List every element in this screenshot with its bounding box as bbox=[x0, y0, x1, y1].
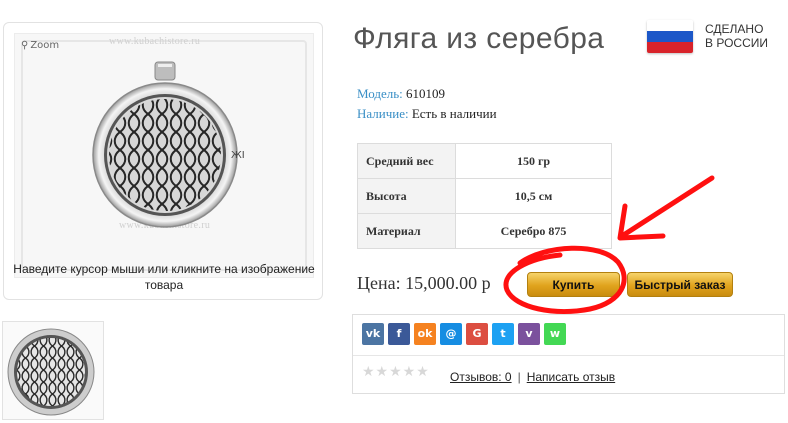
stock-value: Есть в наличии bbox=[411, 106, 497, 121]
share-buttons: vk f ok @ Gt v w bbox=[362, 323, 566, 345]
model-value: 610109 bbox=[406, 86, 446, 101]
spec-value: 10,5 см bbox=[455, 178, 612, 214]
googleplus-icon[interactable]: G bbox=[466, 323, 488, 345]
flask-image: ЖI bbox=[92, 61, 245, 228]
watermark: www.kubachistore.ru bbox=[109, 36, 201, 47]
product-image-panel[interactable]: ⚲Zoom www.kubachistore.ru www.kubachisto… bbox=[3, 22, 323, 300]
quick-order-button[interactable]: Быстрый заказ bbox=[627, 272, 733, 297]
flag-stripe-red bbox=[647, 42, 693, 53]
price: Цена: 15,000.00 р bbox=[357, 273, 491, 293]
model-line: Модель: 610109 bbox=[357, 86, 445, 102]
rating-stars[interactable]: ★★★★★ bbox=[362, 364, 430, 380]
flag-stripe-blue bbox=[647, 31, 693, 42]
table-row: Материал Серебро 875 bbox=[357, 213, 612, 249]
zoom-label[interactable]: ⚲ Zoom bbox=[21, 40, 59, 51]
whatsapp-icon[interactable]: w bbox=[544, 323, 566, 345]
twitter-icon[interactable]: t bbox=[492, 323, 514, 345]
stock-label: Наличие: bbox=[357, 106, 409, 121]
reviews-count-link[interactable]: Отзывов: 0 bbox=[450, 370, 512, 384]
write-review-link[interactable]: Написать отзыв bbox=[527, 370, 615, 384]
spec-label: Средний вес bbox=[357, 143, 456, 179]
table-row: Высота 10,5 см bbox=[357, 178, 612, 214]
spec-label: Материал bbox=[357, 213, 456, 249]
share-reviews-box: vk f ok @ Gt v w ★★★★★ Отзывов: 0 | Написать отз… bbox=[352, 314, 785, 394]
moimir-icon[interactable]: @ bbox=[440, 323, 462, 345]
made-in-russia-badge: СДЕЛАНО В РОССИИ bbox=[647, 20, 787, 56]
flag-stripe-white bbox=[647, 20, 693, 31]
stock-line: Наличие: Есть в наличии bbox=[357, 106, 497, 122]
viber-icon[interactable]: v bbox=[518, 323, 540, 345]
buy-button[interactable]: Купить bbox=[527, 272, 620, 297]
table-row: Средний вес 150 гр bbox=[357, 143, 612, 179]
image-hint: Наведите курсор мыши или кликните на изо… bbox=[13, 262, 315, 292]
russia-flag-icon bbox=[647, 20, 693, 53]
odnoklassniki-icon[interactable]: ok bbox=[414, 323, 436, 345]
spec-label: Высота bbox=[357, 178, 456, 214]
facebook-icon[interactable]: f bbox=[388, 323, 410, 345]
product-image[interactable]: ⚲Zoom www.kubachistore.ru www.kubachisto… bbox=[14, 33, 314, 278]
flask-thumbnail-image bbox=[7, 328, 95, 416]
separator: | bbox=[517, 370, 521, 384]
spec-value: 150 гр bbox=[455, 143, 612, 179]
model-label: Модель: bbox=[357, 86, 403, 101]
spec-value: Серебро 875 bbox=[455, 213, 612, 249]
svg-text:ЖI: ЖI bbox=[231, 150, 245, 161]
magnifier-icon: ⚲ bbox=[21, 40, 29, 51]
made-in-line2: В РОССИИ bbox=[705, 36, 768, 50]
thumbnail[interactable] bbox=[2, 321, 104, 420]
vk-icon[interactable]: vk bbox=[362, 323, 384, 345]
spec-table: Средний вес 150 гр Высота 10,5 см Матери… bbox=[357, 143, 612, 249]
divider bbox=[353, 355, 784, 356]
made-in-line1: СДЕЛАНО bbox=[705, 22, 764, 36]
page-title: Фляга из серебра bbox=[353, 22, 605, 55]
